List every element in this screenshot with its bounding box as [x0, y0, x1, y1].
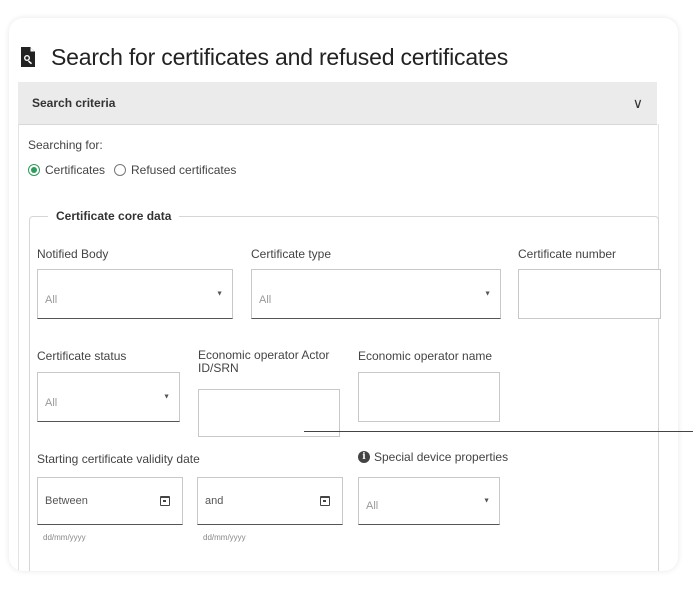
radio-certificates[interactable]: Certificates: [28, 163, 105, 177]
certificate-status-label: Certificate status: [37, 349, 127, 363]
certificate-type-label: Certificate type: [251, 247, 332, 261]
radio-selected-icon[interactable]: [28, 164, 40, 176]
certificate-core-data-fieldset: Certificate core data Notified Body All …: [29, 209, 661, 571]
annotation-line: [304, 431, 693, 432]
eo-name-input[interactable]: [358, 372, 500, 422]
calendar-icon[interactable]: [160, 496, 170, 506]
dropdown-arrow-icon: ▼: [163, 393, 170, 401]
validity-date-from-input[interactable]: Between: [37, 477, 183, 525]
special-props-select[interactable]: All ▼: [358, 477, 500, 525]
date-to-placeholder: and: [205, 495, 224, 507]
notified-body-select[interactable]: All ▼: [37, 269, 233, 319]
info-icon[interactable]: i: [358, 451, 370, 463]
certificate-status-select[interactable]: All ▼: [37, 372, 180, 422]
calendar-icon[interactable]: [320, 496, 330, 506]
select-value: All: [259, 294, 272, 306]
special-props-label: i Special device properties: [358, 450, 508, 464]
special-props-label-text: Special device properties: [374, 450, 509, 464]
search-criteria-accordion[interactable]: Search criteria ∨: [18, 82, 657, 125]
document-search-icon: [21, 47, 35, 67]
dropdown-arrow-icon: ▼: [484, 290, 491, 298]
eo-name-label: Economic operator name: [358, 349, 493, 363]
page-header: Search for certificates and refused cert…: [19, 40, 508, 74]
fieldset-legend: Certificate core data: [48, 209, 180, 223]
select-value: All: [45, 397, 58, 409]
search-criteria-panel: Searching for: Certificates Refused cert…: [18, 124, 661, 571]
accordion-label: Search criteria: [32, 96, 116, 110]
dropdown-arrow-icon: ▼: [216, 290, 223, 298]
page-title: Search for certificates and refused cert…: [51, 43, 509, 70]
validity-date-to-input[interactable]: and: [197, 477, 343, 525]
eo-actor-id-label: Economic operator Actor ID/SRN: [198, 349, 329, 375]
certificate-type-select[interactable]: All ▼: [251, 269, 501, 319]
select-value: All: [45, 294, 58, 306]
radio-unselected-icon[interactable]: [114, 164, 126, 176]
select-value: All: [366, 500, 379, 512]
notified-body-label: Notified Body: [37, 247, 109, 261]
date-format-hint: dd/mm/yyyy: [43, 533, 86, 542]
eo-actor-id-label-line2: ID/SRN: [198, 361, 239, 375]
radio-certificates-label: Certificates: [45, 163, 106, 177]
certificate-number-label: Certificate number: [518, 247, 617, 261]
date-format-hint: dd/mm/yyyy: [203, 533, 246, 542]
search-card: Search for certificates and refused cert…: [9, 18, 678, 571]
radio-refused-label: Refused certificates: [131, 163, 237, 177]
date-from-placeholder: Between: [45, 495, 88, 507]
dropdown-arrow-icon: ▼: [483, 497, 490, 505]
eo-actor-id-input[interactable]: [198, 389, 340, 437]
eo-actor-id-label-line1: Economic operator Actor: [198, 348, 330, 362]
searching-for-label: Searching for:: [28, 138, 103, 152]
certificate-number-input[interactable]: [518, 269, 661, 319]
chevron-down-icon[interactable]: ∨: [633, 95, 643, 112]
validity-date-label: Starting certificate validity date: [37, 452, 200, 466]
radio-refused-certificates[interactable]: Refused certificates: [114, 163, 236, 177]
